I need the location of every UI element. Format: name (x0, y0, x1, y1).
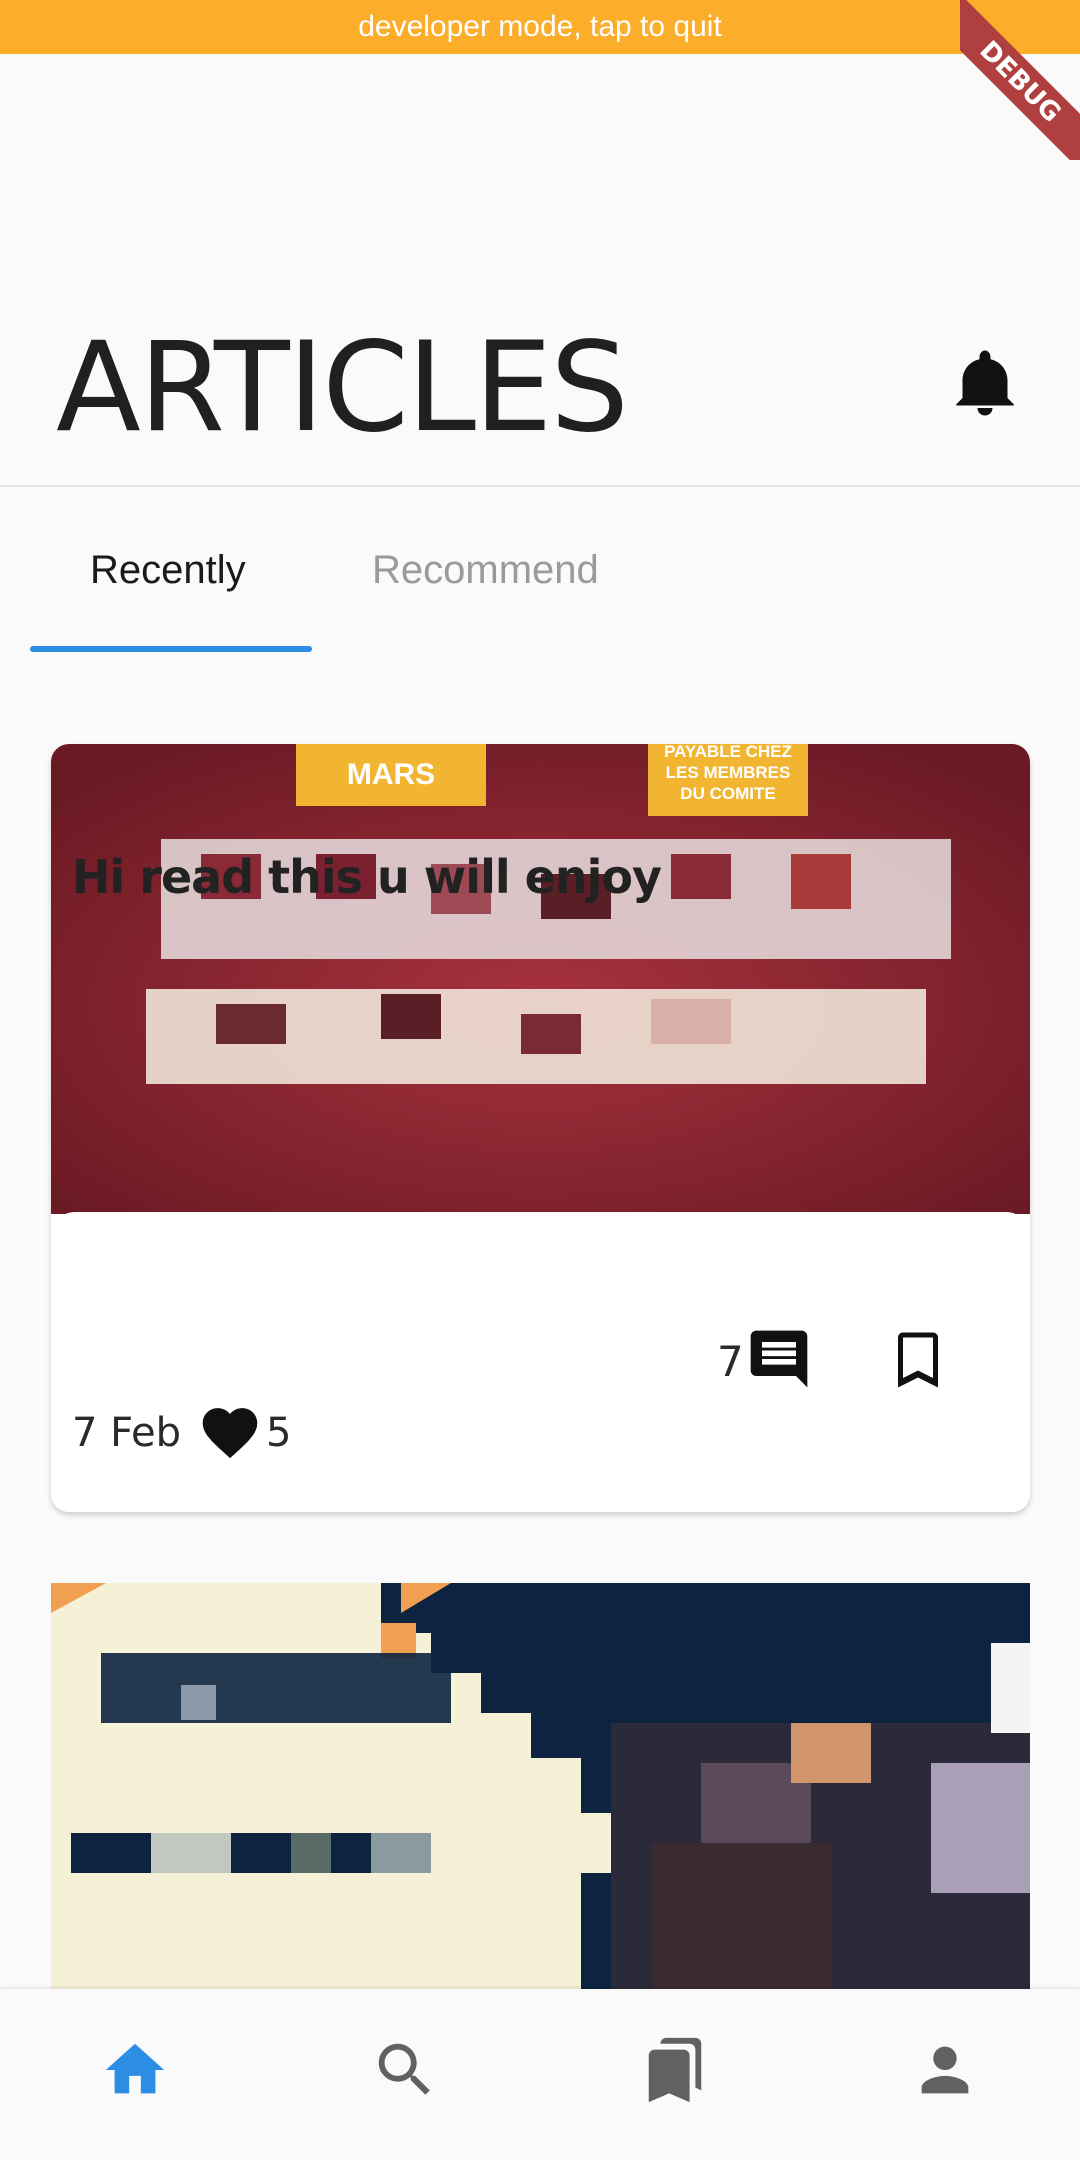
profile-icon[interactable] (910, 2035, 980, 2105)
image-text-membres: LES MEMBRES (666, 763, 791, 782)
notification-bell-icon[interactable] (955, 348, 1015, 418)
tab-recently[interactable]: Recently (90, 548, 246, 593)
article-image[interactable]: tps (51, 1583, 1030, 2003)
developer-mode-banner[interactable]: developer mode, tap to quit (0, 0, 1080, 54)
article-title[interactable]: Hi read this u will enjoy (72, 850, 662, 904)
page-title: ARTICLES (56, 316, 629, 460)
like-count: 5 (266, 1410, 292, 1456)
tab-recommend[interactable]: Recommend (372, 548, 599, 593)
image-text-mars: MARS (347, 758, 435, 791)
image-text-payable: PAYABLE CHEZ (664, 744, 792, 761)
article-image[interactable]: MARS PAYABLE CHEZ LES MEMBRES DU COMITE (51, 744, 1030, 1214)
debug-ribbon-label: DEBUG (960, 0, 1080, 160)
image-text-comite: DU COMITE (680, 784, 775, 803)
bookmark-icon[interactable] (893, 1330, 943, 1390)
comment-count: 7 (717, 1337, 744, 1386)
header-divider (0, 485, 1080, 487)
heart-icon[interactable] (197, 1400, 263, 1460)
comment-icon[interactable] (745, 1325, 813, 1393)
debug-ribbon: DEBUG (960, 0, 1080, 160)
search-icon[interactable] (370, 2035, 440, 2105)
article-card-body (51, 1212, 1030, 1512)
article-card[interactable]: tps (51, 1583, 1030, 2003)
bookmarks-icon[interactable] (640, 2035, 710, 2105)
tab-indicator (30, 646, 312, 652)
article-date: 7 Feb (72, 1410, 181, 1456)
image-text-url: tps (51, 1672, 96, 1705)
home-icon[interactable] (100, 2035, 170, 2105)
